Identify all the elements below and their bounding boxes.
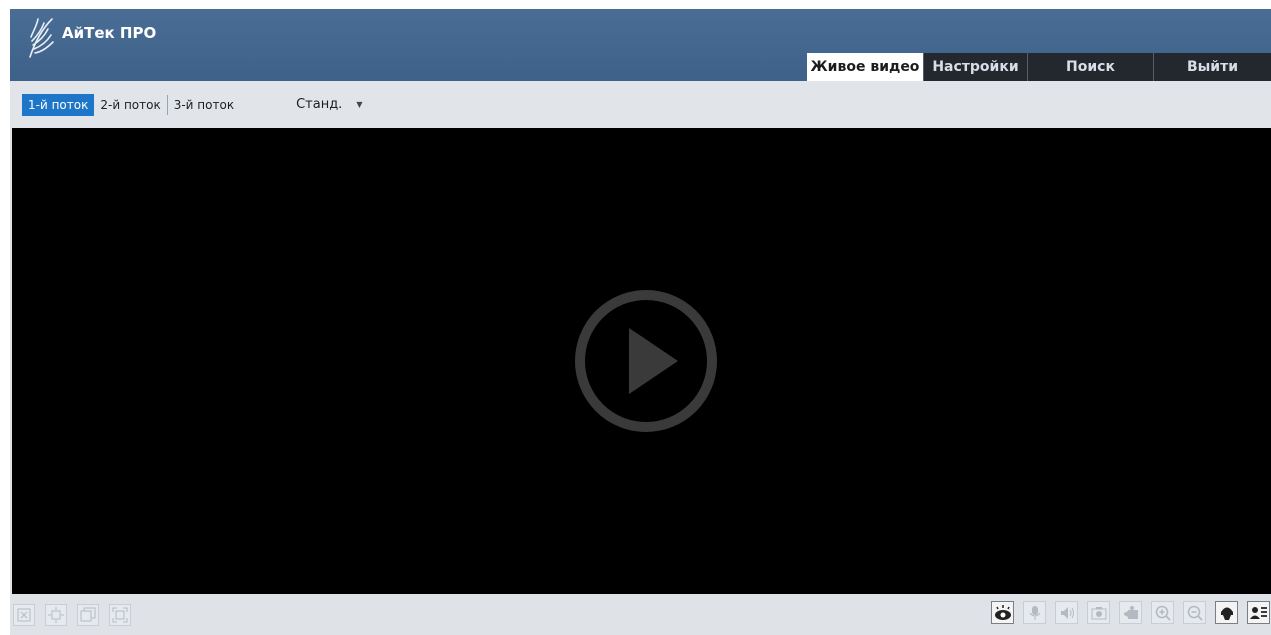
brand-name: АйТек ПРО [62, 24, 157, 42]
user-settings-icon [1249, 606, 1267, 619]
tab-search[interactable]: Поиск [1027, 53, 1153, 81]
stream-3-tab[interactable]: 3-й поток [168, 94, 240, 116]
stream-2-tab[interactable]: 2-й поток [94, 94, 166, 116]
speaker-icon [1060, 606, 1074, 619]
stream-bar: 1-й поток 2-й поток 3-й поток Станд. ▼ [10, 81, 1271, 128]
microphone-button[interactable] [1023, 601, 1046, 624]
move-icon [48, 607, 64, 623]
app-frame: АйТек ПРО Живое видео Настройки Поиск Вы… [10, 9, 1271, 635]
quality-select[interactable]: Станд. ▼ [296, 97, 362, 112]
eye-button[interactable] [991, 601, 1014, 624]
microphone-icon [1029, 605, 1040, 620]
video-toolbar [10, 594, 1271, 635]
eye-icon [994, 604, 1011, 620]
close-window-icon [17, 608, 31, 622]
window-layout-icon [80, 607, 96, 622]
header-bar: АйТек ПРО Живое видео Настройки Поиск Вы… [10, 9, 1271, 81]
zoom-in-button[interactable] [1151, 601, 1174, 624]
fullscreen-button[interactable] [109, 604, 131, 626]
snapshot-button[interactable] [1087, 601, 1110, 624]
zoom-out-button[interactable] [1183, 601, 1206, 624]
close-window-button[interactable] [13, 604, 35, 626]
move-button[interactable] [45, 604, 67, 626]
main-nav: Живое видео Настройки Поиск Выйти [807, 53, 1271, 81]
window-layout-button[interactable] [77, 604, 99, 626]
record-icon [1123, 605, 1138, 619]
quality-value: Станд. [296, 97, 343, 112]
snapshot-icon [1091, 606, 1106, 619]
speaker-button[interactable] [1055, 601, 1078, 624]
play-icon[interactable] [573, 288, 719, 434]
tab-settings[interactable]: Настройки [923, 53, 1027, 81]
ptz-dome-icon [1220, 607, 1233, 620]
fullscreen-icon [112, 607, 128, 623]
ptz-button[interactable] [1215, 601, 1238, 624]
tab-logout[interactable]: Выйти [1153, 53, 1271, 81]
chevron-down-icon: ▼ [356, 100, 363, 109]
logo-feather-icon [29, 18, 54, 58]
user-settings-button[interactable] [1247, 601, 1270, 624]
brand-logo: АйТек ПРО [24, 15, 156, 59]
stream-1-tab[interactable]: 1-й поток [22, 93, 95, 116]
tab-live-video[interactable]: Живое видео [807, 53, 923, 81]
zoom-in-icon [1155, 605, 1171, 621]
video-viewport[interactable] [12, 128, 1271, 594]
record-button[interactable] [1119, 601, 1142, 624]
zoom-out-icon [1187, 605, 1203, 621]
